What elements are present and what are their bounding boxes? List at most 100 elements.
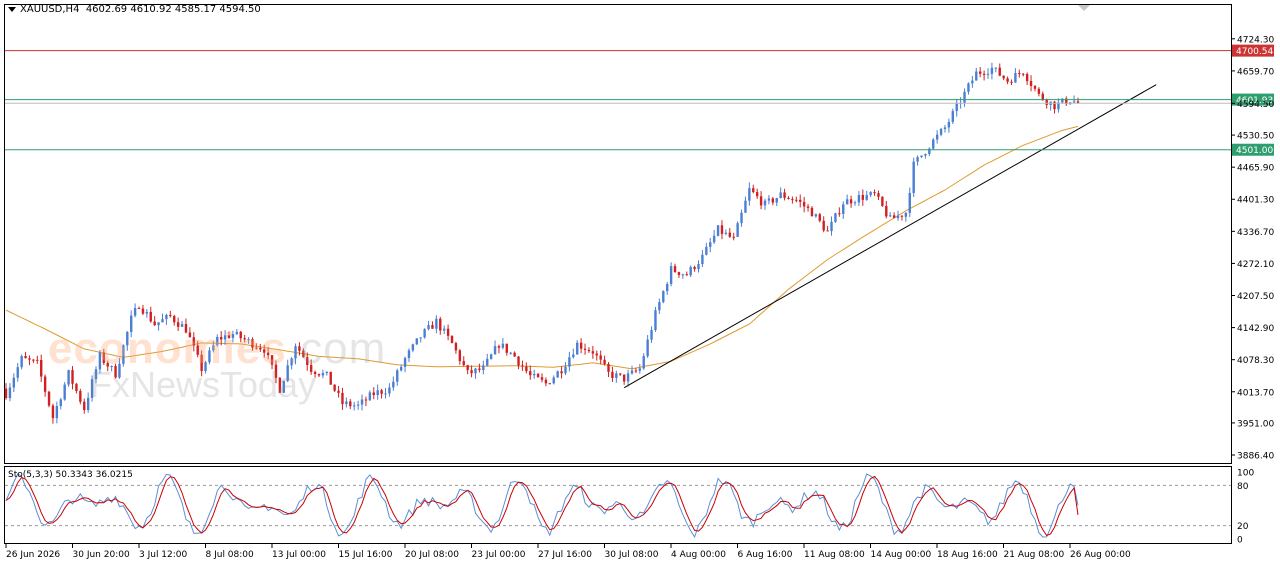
- candle-body[interactable]: [169, 314, 172, 317]
- candle-body[interactable]: [462, 361, 465, 366]
- candle-body[interactable]: [583, 348, 587, 350]
- candle-body[interactable]: [403, 358, 407, 367]
- shift-marker-icon[interactable]: [1078, 5, 1090, 11]
- candle-body[interactable]: [466, 365, 469, 371]
- candle-body[interactable]: [912, 161, 915, 194]
- candle-body[interactable]: [133, 308, 137, 316]
- candle-body[interactable]: [881, 196, 884, 206]
- candle-body[interactable]: [943, 127, 947, 129]
- candle-body[interactable]: [47, 391, 51, 406]
- candle-body[interactable]: [861, 194, 865, 200]
- candle-body[interactable]: [626, 373, 630, 382]
- candle-body[interactable]: [388, 387, 391, 394]
- candle-body[interactable]: [345, 401, 348, 405]
- candle-body[interactable]: [705, 246, 708, 255]
- candle-body[interactable]: [669, 266, 673, 285]
- candle-body[interactable]: [904, 212, 908, 217]
- candle-body[interactable]: [79, 390, 82, 402]
- candle-body[interactable]: [572, 354, 575, 358]
- candle-body[interactable]: [869, 192, 872, 196]
- candle-body[interactable]: [532, 373, 536, 376]
- candle-body[interactable]: [501, 343, 505, 348]
- candle-body[interactable]: [1014, 73, 1017, 83]
- candle-body[interactable]: [728, 232, 731, 237]
- candle-body[interactable]: [799, 199, 802, 202]
- candle-body[interactable]: [630, 370, 634, 374]
- candle-body[interactable]: [1041, 93, 1044, 100]
- candle-body[interactable]: [818, 214, 821, 221]
- candle-body[interactable]: [877, 193, 880, 197]
- candle-body[interactable]: [783, 192, 786, 198]
- candle-body[interactable]: [990, 67, 994, 74]
- candle-body[interactable]: [161, 319, 164, 323]
- candle-body[interactable]: [521, 365, 524, 367]
- candle-body[interactable]: [787, 197, 790, 200]
- candle-body[interactable]: [556, 371, 559, 378]
- candle-body[interactable]: [579, 342, 583, 349]
- candle-body[interactable]: [548, 383, 552, 385]
- candle-body[interactable]: [896, 215, 900, 219]
- candle-body[interactable]: [646, 339, 649, 357]
- candle-body[interactable]: [28, 358, 31, 360]
- candle-body[interactable]: [838, 213, 841, 215]
- candle-body[interactable]: [681, 274, 685, 276]
- candle-body[interactable]: [978, 71, 982, 74]
- candle-body[interactable]: [137, 308, 141, 310]
- candle-body[interactable]: [982, 73, 986, 75]
- candle-body[interactable]: [1010, 81, 1013, 83]
- candle-body[interactable]: [845, 199, 849, 205]
- candle-body[interactable]: [720, 225, 724, 234]
- candle-body[interactable]: [689, 267, 692, 276]
- candle-body[interactable]: [955, 103, 958, 112]
- candle-body[interactable]: [830, 221, 833, 232]
- candle-body[interactable]: [75, 383, 78, 391]
- candle-body[interactable]: [1025, 74, 1029, 82]
- candle-body[interactable]: [149, 311, 152, 322]
- candle-body[interactable]: [810, 207, 814, 217]
- candle-body[interactable]: [857, 194, 861, 203]
- candle-body[interactable]: [642, 356, 645, 369]
- candle-body[interactable]: [1072, 101, 1076, 103]
- candle-body[interactable]: [165, 314, 168, 320]
- candle-body[interactable]: [712, 235, 716, 243]
- candle-body[interactable]: [489, 354, 493, 359]
- candle-body[interactable]: [779, 192, 782, 199]
- candle-body[interactable]: [458, 350, 462, 362]
- candle-body[interactable]: [341, 392, 344, 405]
- candle-body[interactable]: [317, 374, 321, 376]
- candle-body[interactable]: [364, 399, 368, 401]
- candle-body[interactable]: [900, 215, 904, 217]
- candle-body[interactable]: [771, 198, 775, 203]
- candle-body[interactable]: [736, 223, 739, 237]
- candle-body[interactable]: [795, 199, 798, 201]
- candle-body[interactable]: [536, 373, 540, 378]
- candle-body[interactable]: [392, 381, 395, 388]
- candle-body[interactable]: [650, 329, 653, 340]
- candle-body[interactable]: [716, 225, 720, 236]
- candle-body[interactable]: [791, 199, 794, 201]
- candle-body[interactable]: [529, 371, 532, 376]
- candle-body[interactable]: [8, 387, 12, 399]
- candle-body[interactable]: [724, 232, 728, 234]
- candle-body[interactable]: [693, 267, 696, 270]
- candle-body[interactable]: [399, 366, 403, 371]
- candle-body[interactable]: [932, 139, 935, 149]
- candle-body[interactable]: [32, 359, 35, 361]
- candle-body[interactable]: [337, 390, 340, 393]
- candle-body[interactable]: [607, 363, 610, 372]
- candle-body[interactable]: [994, 67, 998, 69]
- candle-body[interactable]: [709, 242, 712, 247]
- candle-body[interactable]: [24, 356, 27, 359]
- candle-body[interactable]: [834, 213, 837, 222]
- candle-body[interactable]: [1018, 73, 1021, 75]
- candle-body[interactable]: [544, 379, 548, 384]
- dropdown-triangle-icon[interactable]: [8, 6, 16, 12]
- candle-body[interactable]: [971, 80, 974, 84]
- candle-body[interactable]: [513, 352, 516, 357]
- candle-body[interactable]: [349, 401, 352, 407]
- price-chart[interactable]: 4700.544601.934501.00 4724.304659.704594…: [0, 0, 1280, 567]
- candle-body[interactable]: [568, 357, 571, 367]
- candle-body[interactable]: [505, 343, 508, 353]
- candle-body[interactable]: [1053, 101, 1056, 110]
- candle-body[interactable]: [759, 196, 763, 206]
